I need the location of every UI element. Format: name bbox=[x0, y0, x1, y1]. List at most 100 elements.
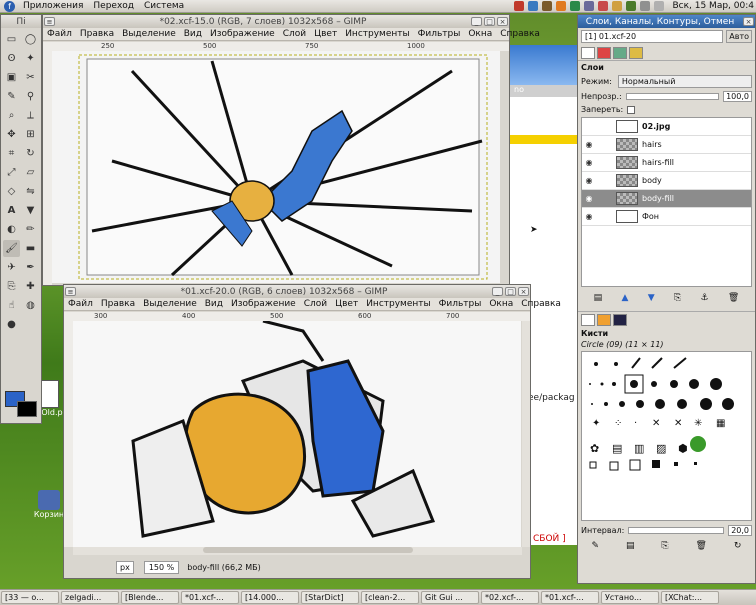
ink-icon[interactable]: ✒ bbox=[22, 259, 39, 276]
app-launcher-icon[interactable] bbox=[598, 1, 609, 11]
image-canvas[interactable] bbox=[73, 321, 521, 547]
rotate-icon[interactable]: ↻ bbox=[22, 145, 39, 162]
edit-brush-icon[interactable]: ✎ bbox=[591, 541, 599, 551]
menu-help[interactable]: Справка bbox=[517, 299, 565, 309]
window-titlebar[interactable]: ≡ *01.xcf-20.0 (RGB, 6 слоев) 1032x568 –… bbox=[64, 285, 530, 298]
zoom-select[interactable]: 150 % bbox=[143, 560, 180, 574]
new-layer-icon[interactable]: ▤ bbox=[594, 293, 603, 303]
tab-layers[interactable] bbox=[581, 46, 595, 59]
task-button[interactable]: [Blende... bbox=[121, 591, 179, 604]
flip-icon[interactable]: ⇋ bbox=[22, 183, 39, 200]
clone-icon[interactable]: ⎘ bbox=[3, 278, 20, 295]
app-launcher-icon[interactable] bbox=[542, 1, 553, 11]
app-launcher-icon[interactable] bbox=[514, 1, 525, 11]
blur-icon[interactable]: ◍ bbox=[22, 297, 39, 314]
app-launcher-icon[interactable] bbox=[528, 1, 539, 11]
eye-icon[interactable]: ◉ bbox=[582, 194, 596, 203]
menu-view[interactable]: Вид bbox=[201, 299, 227, 309]
window-menu-icon[interactable]: ≡ bbox=[65, 287, 76, 296]
menu-image[interactable]: Изображение bbox=[206, 29, 279, 39]
menu-colors[interactable]: Цвет bbox=[331, 299, 362, 309]
delete-brush-icon[interactable]: 🗑 bbox=[696, 541, 707, 551]
lock-checkbox[interactable] bbox=[627, 105, 636, 114]
menu-edit[interactable]: Правка bbox=[97, 299, 139, 309]
layer-row[interactable]: ◉ hairs bbox=[582, 136, 751, 154]
layer-row[interactable]: ◉ Фон bbox=[582, 208, 751, 226]
tab-channels[interactable] bbox=[597, 46, 611, 59]
app-launcher-icon[interactable] bbox=[584, 1, 595, 11]
color-picker-icon[interactable]: ⚲ bbox=[22, 88, 39, 105]
mode-select[interactable]: Нормальный bbox=[617, 75, 752, 88]
menu-select[interactable]: Выделение bbox=[139, 299, 201, 309]
task-button[interactable]: [14.000... bbox=[241, 591, 299, 604]
menu-image[interactable]: Изображение bbox=[227, 299, 300, 309]
scale-icon[interactable]: ⤢ bbox=[3, 164, 20, 181]
task-button[interactable]: *01.xcf-... bbox=[181, 591, 239, 604]
menu-edit[interactable]: Правка bbox=[76, 29, 118, 39]
layer-row-selected[interactable]: ◉ body-fill bbox=[582, 190, 751, 208]
close-icon[interactable]: × bbox=[518, 287, 529, 296]
task-button[interactable]: zelgadi... bbox=[61, 591, 119, 604]
horizontal-scrollbar[interactable] bbox=[73, 547, 522, 555]
close-icon[interactable]: × bbox=[497, 17, 508, 26]
image-canvas[interactable] bbox=[52, 51, 500, 283]
opacity-input[interactable]: 100,0 bbox=[723, 91, 752, 102]
network-icon[interactable] bbox=[640, 1, 651, 11]
task-button[interactable]: [StarDict] bbox=[301, 591, 359, 604]
app-launcher-icon[interactable] bbox=[556, 1, 567, 11]
shear-icon[interactable]: ▱ bbox=[22, 164, 39, 181]
blend-icon[interactable]: ◐ bbox=[3, 221, 20, 238]
delete-layer-icon[interactable]: 🗑 bbox=[728, 293, 739, 303]
menu-view[interactable]: Вид bbox=[180, 29, 206, 39]
menu-help[interactable]: Справка bbox=[496, 29, 544, 39]
auto-button[interactable]: Авто bbox=[726, 30, 752, 43]
close-icon[interactable]: × bbox=[743, 17, 754, 26]
menu-filters[interactable]: Фильтры bbox=[414, 29, 465, 39]
background-color-swatch[interactable] bbox=[17, 401, 37, 417]
menu-system[interactable]: Система bbox=[139, 1, 189, 11]
paths-icon[interactable]: ✎ bbox=[3, 88, 20, 105]
perspective-icon[interactable]: ◇ bbox=[3, 183, 20, 200]
crop-icon[interactable]: ⌗ bbox=[3, 145, 20, 162]
maximize-icon[interactable]: □ bbox=[484, 17, 495, 26]
opacity-slider[interactable] bbox=[625, 93, 720, 100]
lower-layer-icon[interactable]: ▼ bbox=[648, 293, 655, 303]
interval-slider[interactable] bbox=[628, 527, 725, 534]
smudge-icon[interactable]: ☝ bbox=[3, 297, 20, 314]
app-launcher-icon[interactable] bbox=[612, 1, 623, 11]
distro-logo-icon[interactable]: f bbox=[4, 0, 15, 12]
minimize-icon[interactable]: _ bbox=[471, 17, 482, 26]
tab-brushes[interactable] bbox=[581, 313, 595, 326]
task-button[interactable]: [clean-2... bbox=[361, 591, 419, 604]
dodge-icon[interactable]: ● bbox=[3, 316, 20, 333]
menu-filters[interactable]: Фильтры bbox=[435, 299, 486, 309]
refresh-brushes-icon[interactable]: ↻ bbox=[734, 541, 742, 551]
new-brush-icon[interactable]: ▤ bbox=[626, 541, 635, 551]
eye-icon[interactable]: ◉ bbox=[582, 158, 596, 167]
pencil-icon[interactable]: ✏ bbox=[22, 221, 39, 238]
layer-row[interactable]: 02.jpg bbox=[582, 118, 751, 136]
color-select-icon[interactable]: ▣ bbox=[3, 69, 20, 86]
task-button[interactable]: Git Gui ... bbox=[421, 591, 479, 604]
volume-icon[interactable] bbox=[654, 1, 665, 11]
airbrush-icon[interactable]: ✈ bbox=[3, 259, 20, 276]
zoom-icon[interactable]: ⌕ bbox=[3, 107, 20, 124]
tab-gradients[interactable] bbox=[613, 313, 627, 326]
minimize-icon[interactable]: _ bbox=[492, 287, 503, 296]
menu-layer[interactable]: Слой bbox=[300, 299, 331, 309]
app-launcher-icon[interactable] bbox=[626, 1, 637, 11]
menu-file[interactable]: Файл bbox=[43, 29, 76, 39]
menu-tools[interactable]: Инструменты bbox=[362, 299, 434, 309]
eye-icon[interactable]: ◉ bbox=[582, 140, 596, 149]
task-button[interactable]: [XChat:... bbox=[661, 591, 719, 604]
menu-windows[interactable]: Окна bbox=[485, 299, 517, 309]
menu-places[interactable]: Переход bbox=[88, 1, 139, 11]
task-button[interactable]: *02.xcf-... bbox=[481, 591, 539, 604]
measure-icon[interactable]: ⟂ bbox=[22, 107, 39, 124]
interval-input[interactable]: 20,0 bbox=[728, 525, 752, 536]
anchor-icon[interactable]: ⚓ bbox=[700, 293, 708, 303]
desktop-icon-trash[interactable]: Корзин bbox=[32, 490, 66, 519]
tab-paths[interactable] bbox=[613, 46, 627, 59]
tab-undo[interactable] bbox=[629, 46, 643, 59]
move-icon[interactable]: ✥ bbox=[3, 126, 20, 143]
